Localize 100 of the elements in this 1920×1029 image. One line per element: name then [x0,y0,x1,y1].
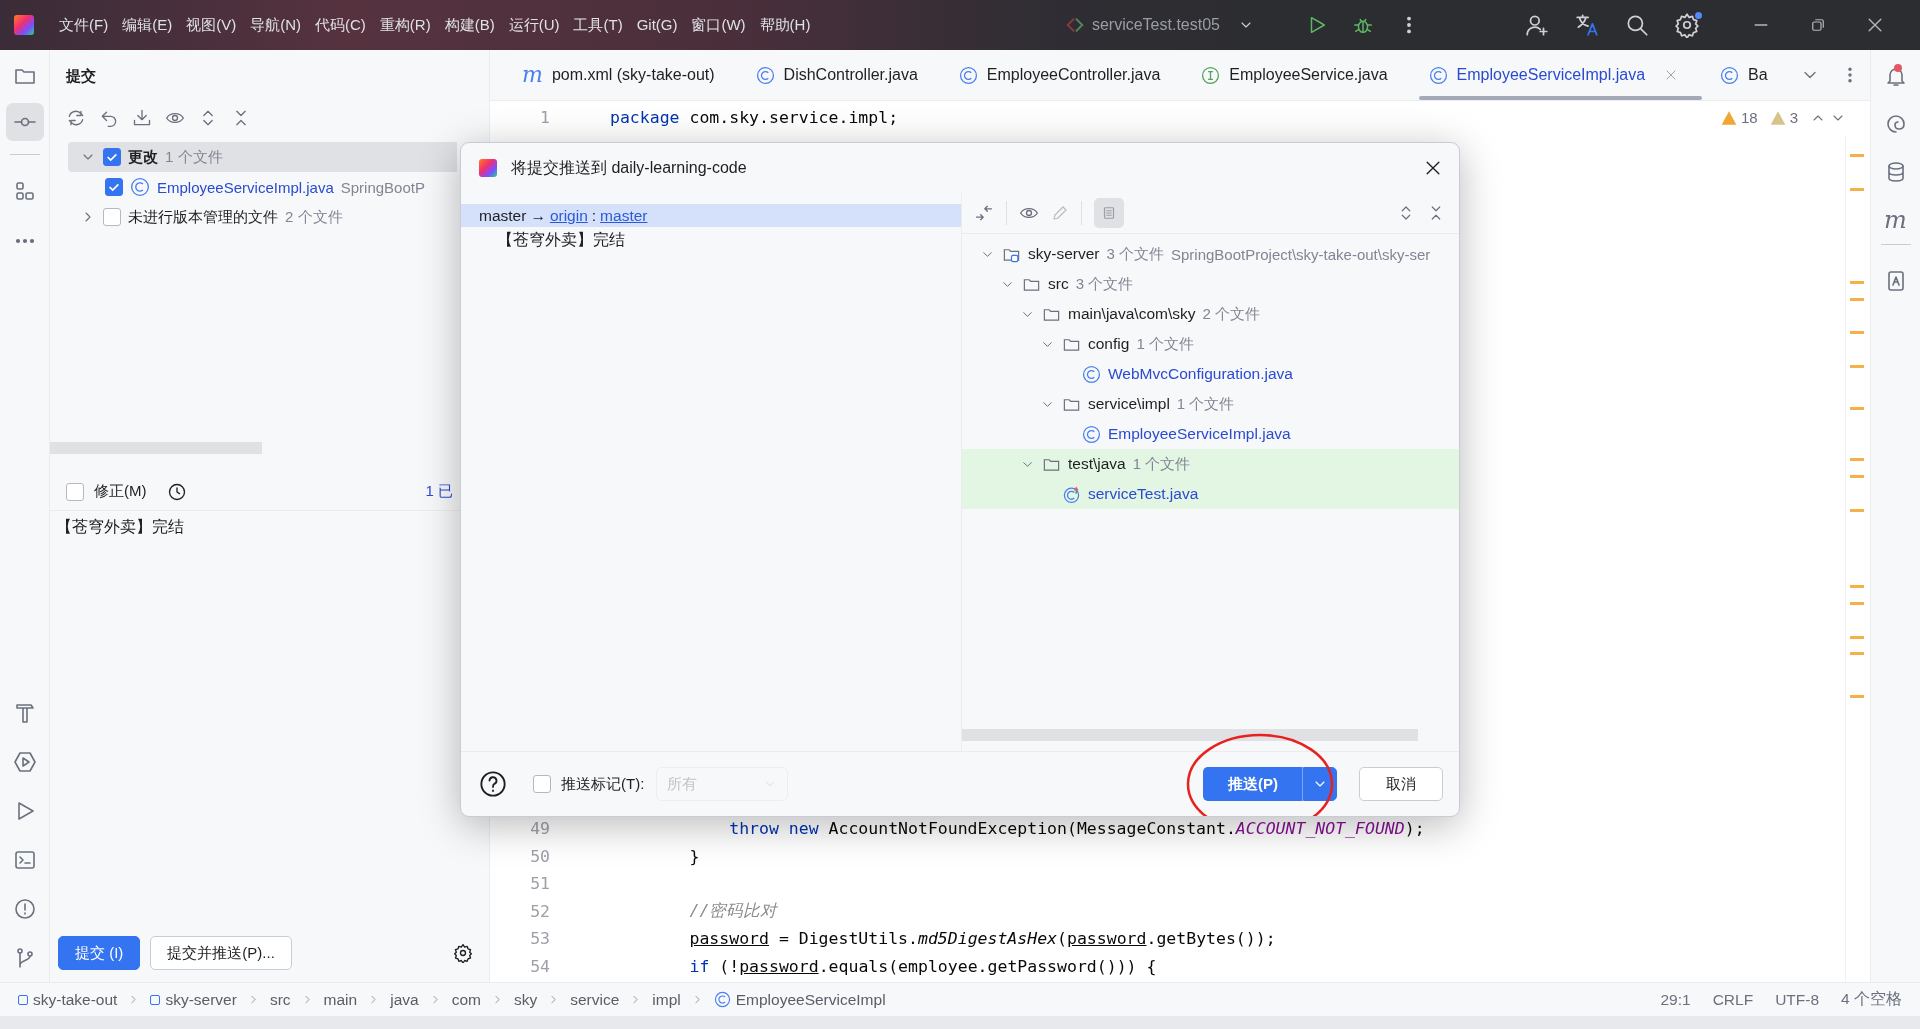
file-count: 1 个文件 [1136,334,1194,354]
warning-count[interactable]: 18 [1740,109,1758,126]
tree-row[interactable]: sky-server 3 个文件 SpringBootProject\sky-take-out\sky-ser [962,239,1459,269]
line-number: 54 [529,956,550,976]
commit-button[interactable]: 提交 (I) [58,936,141,970]
file-count: 3 个文件 [1075,274,1134,294]
code-line: if (!password.equals(employee.getPassword())) { [688,956,1157,976]
status-item[interactable]: UTF-8 [1775,990,1820,1009]
status-item[interactable]: 4 个空格 [1841,989,1902,1010]
menu-item[interactable]: 代码(C) [315,15,366,35]
group-name: 未进行版本管理的文件 [128,207,278,227]
status-item[interactable]: CRLF [1712,990,1754,1009]
separator-text: : [591,206,597,225]
breadcrumb[interactable]: service [570,990,620,1009]
line-number: 53 [529,929,550,949]
file-count: 3 个文件 [1106,244,1164,264]
weak-warning-count[interactable]: 3 [1789,109,1798,126]
push-button[interactable]: 推送(P) [1203,767,1303,801]
cancel-button[interactable]: 取消 [1359,767,1443,801]
line-number: 49 [529,819,550,839]
line-number: 52 [529,901,550,921]
commit-message: 【苍穹外卖】完结 [497,230,625,250]
breadcrumb[interactable]: sky [513,990,538,1009]
menu-item[interactable]: 编辑(E) [122,15,173,35]
editor-tab[interactable]: m pom.xml (sky-take-out) [508,50,742,100]
file-name: EmployeeServiceImpl.java [1108,425,1291,443]
breadcrumb[interactable]: sky-take-out [18,990,118,1009]
tab-label: EmployeeController.java [986,66,1161,84]
changes-summary[interactable]: 1 已 [425,482,453,502]
group-name: 更改 [128,147,158,167]
folder-name: service\impl [1088,395,1170,413]
tree-row[interactable]: service\impl 1 个文件 [962,389,1459,419]
commit-list-row[interactable]: master → origin : master [461,204,961,227]
panel-title: 提交 [65,66,97,86]
branch-link[interactable]: master [600,206,648,225]
editor-tab[interactable]: DishController.java [741,50,945,100]
tree-row[interactable]: main\java\com\sky 2 个文件 [962,299,1459,329]
folder-name: main\java\com\sky [1068,305,1196,323]
breadcrumb[interactable]: java [390,990,419,1009]
tree-row[interactable]: src 3 个文件 [962,269,1459,299]
tree-row[interactable]: serviceTest.java [962,479,1459,509]
folder-name: config [1088,335,1130,353]
file-count: 1 个文件 [1176,394,1235,414]
arrow-text: → [530,206,546,225]
menu-item[interactable]: 构建(B) [444,15,495,35]
amend-label[interactable]: 修正(M) [94,482,147,502]
editor-tab[interactable]: EmployeeServiceImpl.java [1414,50,1707,100]
maven-icon: m [522,64,543,86]
menu-item[interactable]: Git(G) [636,15,678,35]
remote-link[interactable]: origin [549,206,588,225]
line-number: 1 [539,108,550,128]
tree-row[interactable]: WebMvcConfiguration.java [962,359,1459,389]
line-number: 51 [529,874,550,894]
tab-label: EmployeeServiceImpl.java [1456,66,1646,84]
file-path: SpringBootProject\sky-take-out\sky-ser [1171,245,1431,263]
tab-label: EmployeeService.java [1229,66,1388,84]
editor-tab[interactable]: EmployeeService.java [1187,50,1415,100]
menu-item[interactable]: 帮助(H) [759,15,811,35]
commit-and-push-button[interactable]: 提交并推送(P)... [150,936,292,970]
code-line: } [688,846,700,866]
menu-item[interactable]: 重构(R) [379,15,431,35]
tab-label: Ba [1748,66,1768,84]
code-line: throw new AccountNotFoundException(MessageConstant.ACCOUNT_NOT_FOUND); [728,819,1425,839]
editor-tab[interactable]: Ba [1706,50,1776,100]
menu-item[interactable]: 窗口(W) [691,15,746,35]
folder-name: src [1048,275,1069,293]
breadcrumb[interactable]: src [269,990,291,1009]
code-line: package com.sky.service.impl; [610,108,899,128]
breadcrumb[interactable]: com [451,990,481,1009]
run-configuration-dropdown[interactable]: serviceTest.test05 [1063,14,1266,36]
tree-row[interactable]: 更改 1 个文件 [68,142,457,172]
tree-row[interactable]: config 1 个文件 [962,329,1459,359]
dialog-title: 将提交推送到 daily-learning-code [511,157,747,178]
commit-message-text: 【苍穹外卖】完结 [56,517,184,535]
tree-row[interactable]: 未进行版本管理的文件 2 个文件 [68,202,457,232]
tree-row[interactable]: EmployeeServiceImpl.java [962,419,1459,449]
menu-item[interactable]: 导航(N) [250,15,301,35]
tab-label: pom.xml (sky-take-out) [551,66,715,84]
menu-item[interactable]: 文件(F) [59,15,109,35]
tree-row[interactable]: test\java 1 个文件 [962,449,1459,479]
line-number: 50 [529,846,550,866]
breadcrumb[interactable]: sky-server [150,990,237,1009]
folder-name: test\java [1068,455,1126,473]
status-item[interactable]: 29:1 [1660,990,1691,1009]
file-count: 2 个文件 [285,207,343,227]
file-count: 1 个文件 [165,147,223,167]
commit-list-row[interactable]: 【苍穹外卖】完结 [461,229,961,252]
tree-row[interactable]: EmployeeServiceImpl.java SpringBootP [68,172,457,202]
file-path: SpringBootP [340,178,425,196]
menu-item[interactable]: 运行(U) [508,15,560,35]
menu-item[interactable]: 工具(T) [573,15,623,35]
breadcrumb[interactable]: EmployeeServiceImpl [713,990,886,1009]
editor-tab[interactable]: EmployeeController.java [944,50,1188,100]
menu-item[interactable]: 视图(V) [186,15,237,35]
tab-label: DishController.java [783,66,918,84]
branch-name: master [479,206,527,225]
folder-name: sky-server [1028,245,1100,263]
breadcrumb[interactable]: main [323,990,358,1009]
breadcrumb[interactable]: impl [652,990,681,1009]
maven-icon[interactable]: m [1884,208,1907,232]
